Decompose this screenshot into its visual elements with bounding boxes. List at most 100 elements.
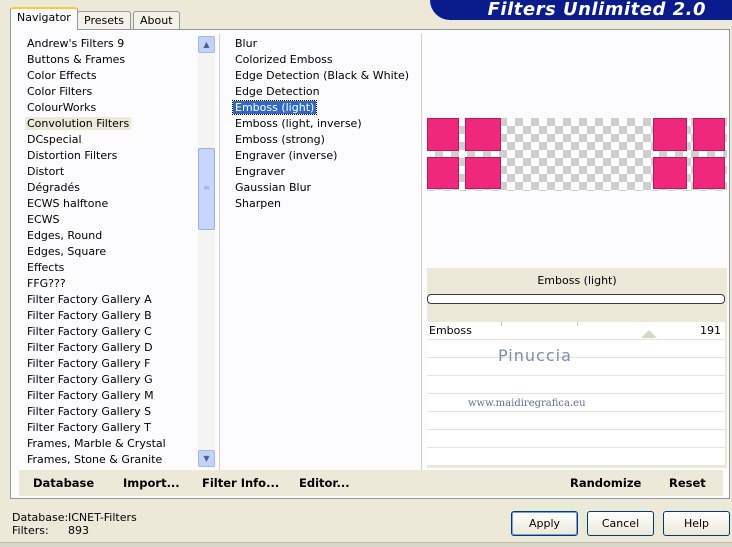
database-button[interactable]: Database (33, 476, 94, 490)
category-label: Color Effects (27, 69, 97, 82)
preview-block (427, 157, 459, 189)
filter-item[interactable]: Emboss (strong) (231, 132, 421, 148)
category-item[interactable]: DCspecial (23, 132, 209, 148)
filter-label: Engraver (235, 165, 285, 178)
param-slider-emboss[interactable]: Emboss 191 (427, 322, 725, 340)
filter-item[interactable]: Gaussian Blur (231, 180, 421, 196)
category-item[interactable]: Color Effects (23, 68, 209, 84)
category-item[interactable]: Filter Factory Gallery B (23, 308, 209, 324)
category-item[interactable]: Edges, Square (23, 244, 209, 260)
param-slider-empty[interactable] (427, 340, 725, 358)
category-item[interactable]: Filter Factory Gallery A (23, 292, 209, 308)
help-button[interactable]: Help (663, 511, 730, 536)
filter-label: Colorized Emboss (235, 53, 333, 66)
reset-button[interactable]: Reset (669, 476, 706, 490)
category-item[interactable]: Filter Factory Gallery D (23, 340, 209, 356)
filters-label: Filters: (12, 524, 49, 537)
filter-list[interactable]: Blur Colorized Emboss Edge Detection (Blac… (231, 36, 421, 468)
import-button[interactable]: Import... (123, 476, 180, 490)
category-item[interactable]: Distortion Filters (23, 148, 209, 164)
category-label: Effects (27, 261, 65, 274)
category-item[interactable]: Filter Factory Gallery S (23, 404, 209, 420)
category-item[interactable]: Convolution Filters (23, 116, 209, 132)
category-item[interactable]: Andrew's Filters 9 (23, 36, 209, 52)
category-item[interactable]: Color Filters (23, 84, 209, 100)
category-label: DCspecial (27, 133, 82, 146)
category-label: Filter Factory Gallery M (27, 389, 154, 402)
category-label: FFG??? (27, 277, 66, 290)
filter-label: Blur (235, 37, 258, 50)
filter-label: Emboss (light) (231, 100, 318, 115)
editor-button[interactable]: Editor... (299, 476, 350, 490)
database-label: Database: (12, 511, 69, 524)
category-item[interactable]: Filter Factory Gallery M (23, 388, 209, 404)
category-label: Andrew's Filters 9 (27, 37, 125, 50)
category-label: ColourWorks (27, 101, 97, 114)
panel-action-bar: Database Import... Filter Info... Editor… (19, 470, 723, 496)
category-label: Dégradés (27, 181, 80, 194)
category-item[interactable]: Filter Factory Gallery C (23, 324, 209, 340)
category-label: ECWS halftone (27, 197, 109, 210)
category-label: Filter Factory Gallery D (27, 341, 153, 354)
divider (219, 34, 220, 470)
filter-item[interactable]: Edge Detection (Black & White) (231, 68, 421, 84)
filter-item[interactable]: Emboss (light, inverse) (231, 116, 421, 132)
param-slider-empty[interactable] (427, 358, 725, 376)
category-label: Convolution Filters (25, 117, 132, 130)
category-scrollbar[interactable]: ▲ ≡ ▼ (198, 36, 215, 467)
category-item[interactable]: Dégradés (23, 180, 209, 196)
category-item[interactable]: Buttons & Frames (23, 52, 209, 68)
filters-count: 893 (68, 524, 89, 537)
category-item[interactable]: ECWS halftone (23, 196, 209, 212)
filter-label: Emboss (strong) (235, 133, 325, 146)
category-label: Filter Factory Gallery B (27, 309, 152, 322)
apply-button[interactable]: Apply (511, 511, 578, 536)
filter-item[interactable]: Engraver (inverse) (231, 148, 421, 164)
category-item[interactable]: Filter Factory Gallery G (23, 372, 209, 388)
category-label: Filter Factory Gallery A (27, 293, 152, 306)
filter-item[interactable]: Emboss (light) (231, 100, 421, 116)
param-slider-empty[interactable] (427, 448, 725, 466)
cancel-button[interactable]: Cancel (587, 511, 654, 536)
category-item[interactable]: Frames, Stone & Granite (23, 452, 209, 468)
tab-presets[interactable]: Presets (77, 11, 132, 30)
param-slider-empty[interactable] (427, 412, 725, 430)
param-slider-empty[interactable] (427, 430, 725, 448)
filter-item[interactable]: Engraver (231, 164, 421, 180)
category-item[interactable]: ColourWorks (23, 100, 209, 116)
category-item[interactable]: ECWS (23, 212, 209, 228)
category-list[interactable]: Andrew's Filters 9 Buttons & Frames Color … (23, 36, 209, 468)
filter-label: Sharpen (235, 197, 281, 210)
filter-info-button[interactable]: Filter Info... (202, 476, 279, 490)
tab-about[interactable]: About (133, 11, 180, 30)
category-item[interactable]: Filter Factory Gallery F (23, 356, 209, 372)
filter-item[interactable]: Sharpen (231, 196, 421, 212)
current-filter-name: Emboss (light) (537, 274, 617, 287)
category-item[interactable]: FFG??? (23, 276, 209, 292)
slider-thumb[interactable] (641, 330, 657, 338)
category-item[interactable]: Edges, Round (23, 228, 209, 244)
filter-item[interactable]: Blur (231, 36, 421, 52)
param-slider-empty[interactable] (427, 376, 725, 394)
scroll-down-icon[interactable]: ▼ (198, 450, 215, 467)
category-label: Distort (27, 165, 65, 178)
category-item[interactable]: Filter Factory Gallery T (23, 420, 209, 436)
filter-item[interactable]: Edge Detection (231, 84, 421, 100)
randomize-button[interactable]: Randomize (570, 476, 641, 490)
filter-label: Gaussian Blur (235, 181, 312, 194)
slider-tick (501, 322, 502, 326)
category-label: Buttons & Frames (27, 53, 126, 66)
divider (421, 34, 422, 470)
scroll-up-icon[interactable]: ▲ (198, 36, 215, 53)
tab-navigator[interactable]: Navigator (10, 7, 78, 30)
filter-label: Emboss (light, inverse) (235, 117, 362, 130)
filter-item[interactable]: Colorized Emboss (231, 52, 421, 68)
category-item[interactable]: Distort (23, 164, 209, 180)
scroll-thumb[interactable]: ≡ (198, 148, 215, 230)
window-bottom-edge (0, 542, 732, 547)
category-label: Distortion Filters (27, 149, 118, 162)
database-info: Database:ICNET-Filters Filters: 893 (12, 511, 137, 537)
category-item[interactable]: Frames, Marble & Crystal (23, 436, 209, 452)
category-item[interactable]: Effects (23, 260, 209, 276)
param-label: Emboss (429, 324, 472, 337)
